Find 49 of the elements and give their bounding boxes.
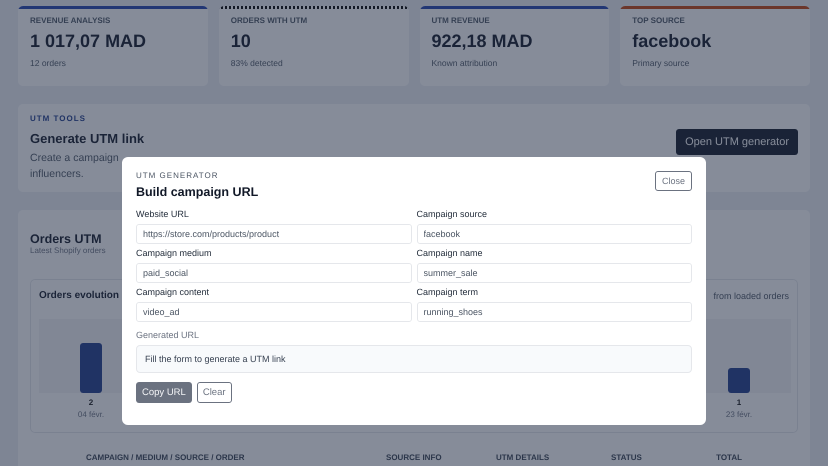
stat-value: 922,18 MAD (432, 31, 534, 52)
stat-label: ORDERS WITH UTM (230, 16, 308, 25)
input-field[interactable]: summer_sale (416, 263, 692, 283)
panel-subtitle: Latest Shopify orders (30, 246, 106, 255)
input-field[interactable]: https://store.com/products/product (136, 224, 412, 244)
field-label: Website URL (136, 209, 190, 219)
axis-label: 04 févr. (78, 410, 104, 419)
chart-bar (80, 343, 102, 393)
field-label: Campaign content (136, 287, 210, 297)
field-label: Campaign medium (136, 248, 213, 258)
close-button[interactable]: Close (654, 171, 692, 191)
input-field[interactable]: paid_social (136, 263, 412, 283)
column-header: SOURCE INFO (386, 453, 443, 462)
chart-title: Orders evolution (39, 290, 120, 301)
bar-value-label: 1 (736, 398, 742, 407)
column-header: TOTAL (716, 453, 742, 462)
dialog-title: Build campaign URL (136, 185, 258, 199)
stat-caption: Primary source (632, 58, 690, 68)
field-label: Campaign source (416, 209, 488, 219)
stat-value: facebook (632, 31, 712, 52)
bar-value-label: 2 (88, 398, 94, 407)
section-description: Create a campaign (30, 150, 120, 166)
column-header: CAMPAIGN / MEDIUM / SOURCE / ORDER (86, 453, 246, 462)
column-header: STATUS (611, 453, 643, 462)
stat-value: 1 017,07 MAD (30, 31, 148, 52)
stat-label: REVENUE ANALYSIS (30, 16, 112, 25)
axis-label: 23 févr. (726, 410, 752, 419)
dialog-eyebrow: UTM GENERATOR (136, 171, 220, 180)
input-field[interactable]: running_shoes (416, 302, 692, 322)
field-label: Campaign term (416, 287, 480, 297)
stat-caption: 12 orders (30, 58, 67, 68)
stat-caption: Known attribution (432, 58, 498, 68)
section-eyebrow: UTM TOOLS (30, 114, 87, 123)
open-generator-button[interactable]: Open UTM generator (676, 129, 798, 155)
input-field[interactable]: video_ad (136, 302, 412, 322)
section-title: Generate UTM link (30, 130, 144, 146)
stat-label: UTM REVENUE (432, 16, 491, 25)
chart-bar (728, 368, 750, 393)
input-field[interactable]: facebook (416, 224, 692, 244)
column-header: UTM DETAILS (496, 453, 550, 462)
generated-url-box: Fill the form to generate a UTM link (136, 345, 692, 373)
stat-label: TOP SOURCE (632, 16, 686, 25)
field-label: Generated URL (136, 330, 200, 340)
stat-caption: 83% detected (230, 58, 284, 68)
stat-value: 10 (230, 31, 252, 52)
clear-button[interactable]: Clear (196, 382, 232, 403)
chart-note: from loaded orders (713, 291, 789, 301)
panel-title: Orders UTM (30, 232, 102, 246)
field-label: Campaign name (416, 248, 484, 258)
